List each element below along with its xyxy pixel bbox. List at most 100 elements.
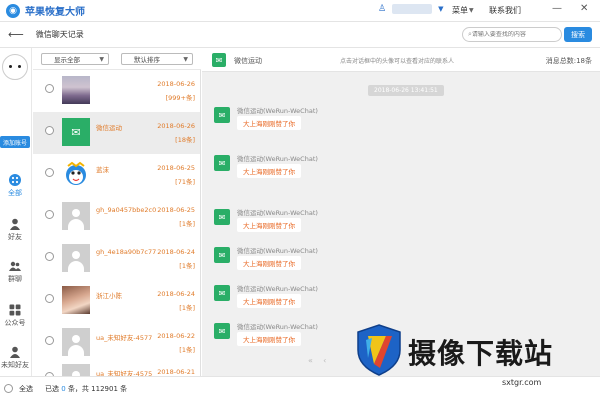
message-count: [999+条]	[165, 94, 195, 102]
contact-name: 微信运动	[96, 124, 122, 132]
list-item[interactable]: ✉ 微信运动 2018-06-26 [18条]	[33, 112, 200, 154]
minimize-icon[interactable]: —	[552, 3, 562, 14]
wechat-avatar-icon[interactable]: ✉	[214, 107, 230, 123]
row-radio[interactable]	[45, 126, 54, 135]
nav-label: 公众号	[4, 319, 26, 327]
list-item[interactable]: 蓝沫 2018-06-25 [71条]	[33, 154, 200, 196]
row-radio[interactable]	[45, 252, 54, 261]
chevron-down-icon[interactable]: ▼	[438, 5, 443, 13]
chevron-down-icon: ▼	[183, 55, 188, 63]
contact-date: 2018-06-24	[157, 248, 195, 256]
message-sender: 微信运动(WeRun-WeChat)	[237, 107, 318, 115]
wechat-avatar-icon[interactable]: ✉	[214, 285, 230, 301]
default-avatar-icon	[62, 244, 90, 272]
chat-message: ✉ 微信运动(WeRun-WeChat) 大上海刚刚赞了你	[214, 282, 514, 316]
message-sender: 微信运动(WeRun-WeChat)	[237, 323, 318, 331]
total-count: 112901	[91, 384, 118, 393]
app-title: 苹果恢复大师	[25, 7, 85, 18]
nav-item-friends[interactable]: 好友	[0, 218, 30, 242]
row-radio[interactable]	[45, 294, 54, 303]
sub-header: ⟵ 微信聊天记录 ⌕ 搜索	[0, 22, 600, 48]
username-blurred	[392, 4, 433, 14]
chevron-down-icon: ▼	[99, 55, 104, 63]
chat-message: ✉ 微信运动(WeRun-WeChat) 大上海刚刚赞了你	[214, 104, 514, 138]
page-title: 微信聊天记录	[35, 30, 84, 39]
message-count: [18条]	[175, 136, 195, 144]
user-icon: ♙	[378, 4, 387, 14]
nav-item-groups[interactable]: 群聊	[0, 260, 30, 284]
row-radio[interactable]	[45, 336, 54, 345]
wechat-icon: ✉	[212, 53, 226, 67]
message-sender: 微信运动(WeRun-WeChat)	[237, 209, 318, 217]
chat-message: ✉ 微信运动(WeRun-WeChat) 大上海刚刚赞了你	[214, 152, 514, 186]
selection-summary: 已选 0 条，共 112901 条	[45, 384, 127, 394]
contact-date: 2018-06-22	[157, 332, 195, 340]
list-item[interactable]: gh_4e18a90b7c77 2018-06-24 [1条]	[33, 238, 200, 280]
list-item[interactable]: 2018-06-26 [999+条]	[33, 70, 200, 112]
wechat-avatar-icon[interactable]: ✉	[214, 209, 230, 225]
contact-date: 2018-06-26	[157, 122, 195, 130]
list-item[interactable]: 浙江小陈 2018-06-24 [1条]	[33, 280, 200, 322]
wechat-avatar-icon[interactable]: ✉	[214, 323, 230, 339]
chat-message: ✉ 微信运动(WeRun-WeChat) 大上海刚刚赞了你	[214, 206, 514, 240]
title-bar: ◉ 苹果恢复大师 ♙ ▼ 菜单 ▼ 联系我们 — ✕	[0, 0, 600, 22]
avatar[interactable]	[2, 54, 28, 80]
contact-date: 2018-06-24	[157, 290, 195, 298]
nav-item-all[interactable]: 全部	[0, 174, 30, 198]
chat-hint: 点击对话框中的头像可以查看对应的联系人	[340, 58, 455, 65]
contact-avatar	[62, 160, 90, 188]
message-count: [1条]	[179, 220, 195, 228]
contact-avatar	[62, 286, 90, 314]
menu-button[interactable]: 菜单	[452, 5, 468, 16]
list-item[interactable]: ua_未知好友-4575 2018-06-21	[33, 358, 200, 376]
back-arrow-icon[interactable]: ⟵	[8, 28, 24, 41]
default-avatar-icon	[62, 364, 90, 376]
chevron-left-double-icon[interactable]: « ‹	[308, 356, 326, 365]
wechat-avatar-icon[interactable]: ✉	[214, 247, 230, 263]
message-bubble: 大上海刚刚赞了你	[237, 256, 301, 270]
message-bubble: 大上海刚刚赞了你	[237, 218, 301, 232]
contact-us-link[interactable]: 联系我们	[489, 5, 521, 16]
nav-label: 好友	[8, 233, 22, 241]
search-box[interactable]: ⌕	[462, 27, 562, 42]
apps-icon	[9, 304, 21, 316]
search-button[interactable]: 搜索	[564, 27, 592, 42]
chat-contact-name: 微信运动	[234, 57, 262, 65]
menu-caret-icon[interactable]: ▼	[469, 7, 474, 14]
user-account-area[interactable]: ♙ ▼	[378, 4, 443, 14]
contact-list: 2018-06-26 [999+条] ✉ 微信运动 2018-06-26 [18…	[33, 70, 201, 376]
message-count: [71条]	[175, 178, 195, 186]
search-input[interactable]	[471, 31, 552, 38]
grid-dots-icon	[9, 174, 21, 186]
selected-suffix: 条，共	[67, 384, 89, 393]
close-icon[interactable]: ✕	[580, 3, 588, 14]
row-radio[interactable]	[45, 84, 54, 93]
sort-dropdown[interactable]: 默认排序 ▼	[121, 53, 193, 65]
person-icon	[10, 218, 20, 230]
row-radio[interactable]	[45, 210, 54, 219]
contact-date: 2018-06-25	[157, 164, 195, 172]
add-account-button[interactable]: 添加账号	[0, 136, 30, 148]
message-sender: 微信运动(WeRun-WeChat)	[237, 155, 318, 163]
wechat-avatar-icon[interactable]: ✉	[214, 155, 230, 171]
selected-count: 0	[61, 384, 66, 393]
list-item[interactable]: gh_9a0457bbe2c0 2018-06-25 [1条]	[33, 196, 200, 238]
nav-label: 全部	[8, 189, 22, 197]
contact-date: 2018-06-25	[157, 206, 195, 214]
select-all-radio[interactable]	[4, 384, 13, 393]
total-suffix: 条	[120, 384, 128, 393]
message-bubble: 大上海刚刚赞了你	[237, 332, 301, 346]
contact-name: 浙江小陈	[96, 292, 122, 300]
default-avatar-icon	[62, 328, 90, 356]
nav-item-official-accounts[interactable]: 公众号	[0, 304, 30, 328]
group-icon	[9, 261, 21, 271]
contact-avatar	[62, 76, 90, 104]
contact-name: gh_9a0457bbe2c0	[96, 206, 157, 214]
unknown-person-icon	[10, 346, 20, 358]
show-filter-dropdown[interactable]: 显示全部 ▼	[41, 53, 109, 65]
select-all-label[interactable]: 全选	[19, 384, 33, 394]
watermark: 摄像下载站 sxtgr.com	[352, 318, 600, 400]
row-radio[interactable]	[45, 168, 54, 177]
nav-item-unknown-friends[interactable]: 未知好友	[0, 346, 30, 370]
contact-name: ua_未知好友-4575	[96, 370, 153, 376]
